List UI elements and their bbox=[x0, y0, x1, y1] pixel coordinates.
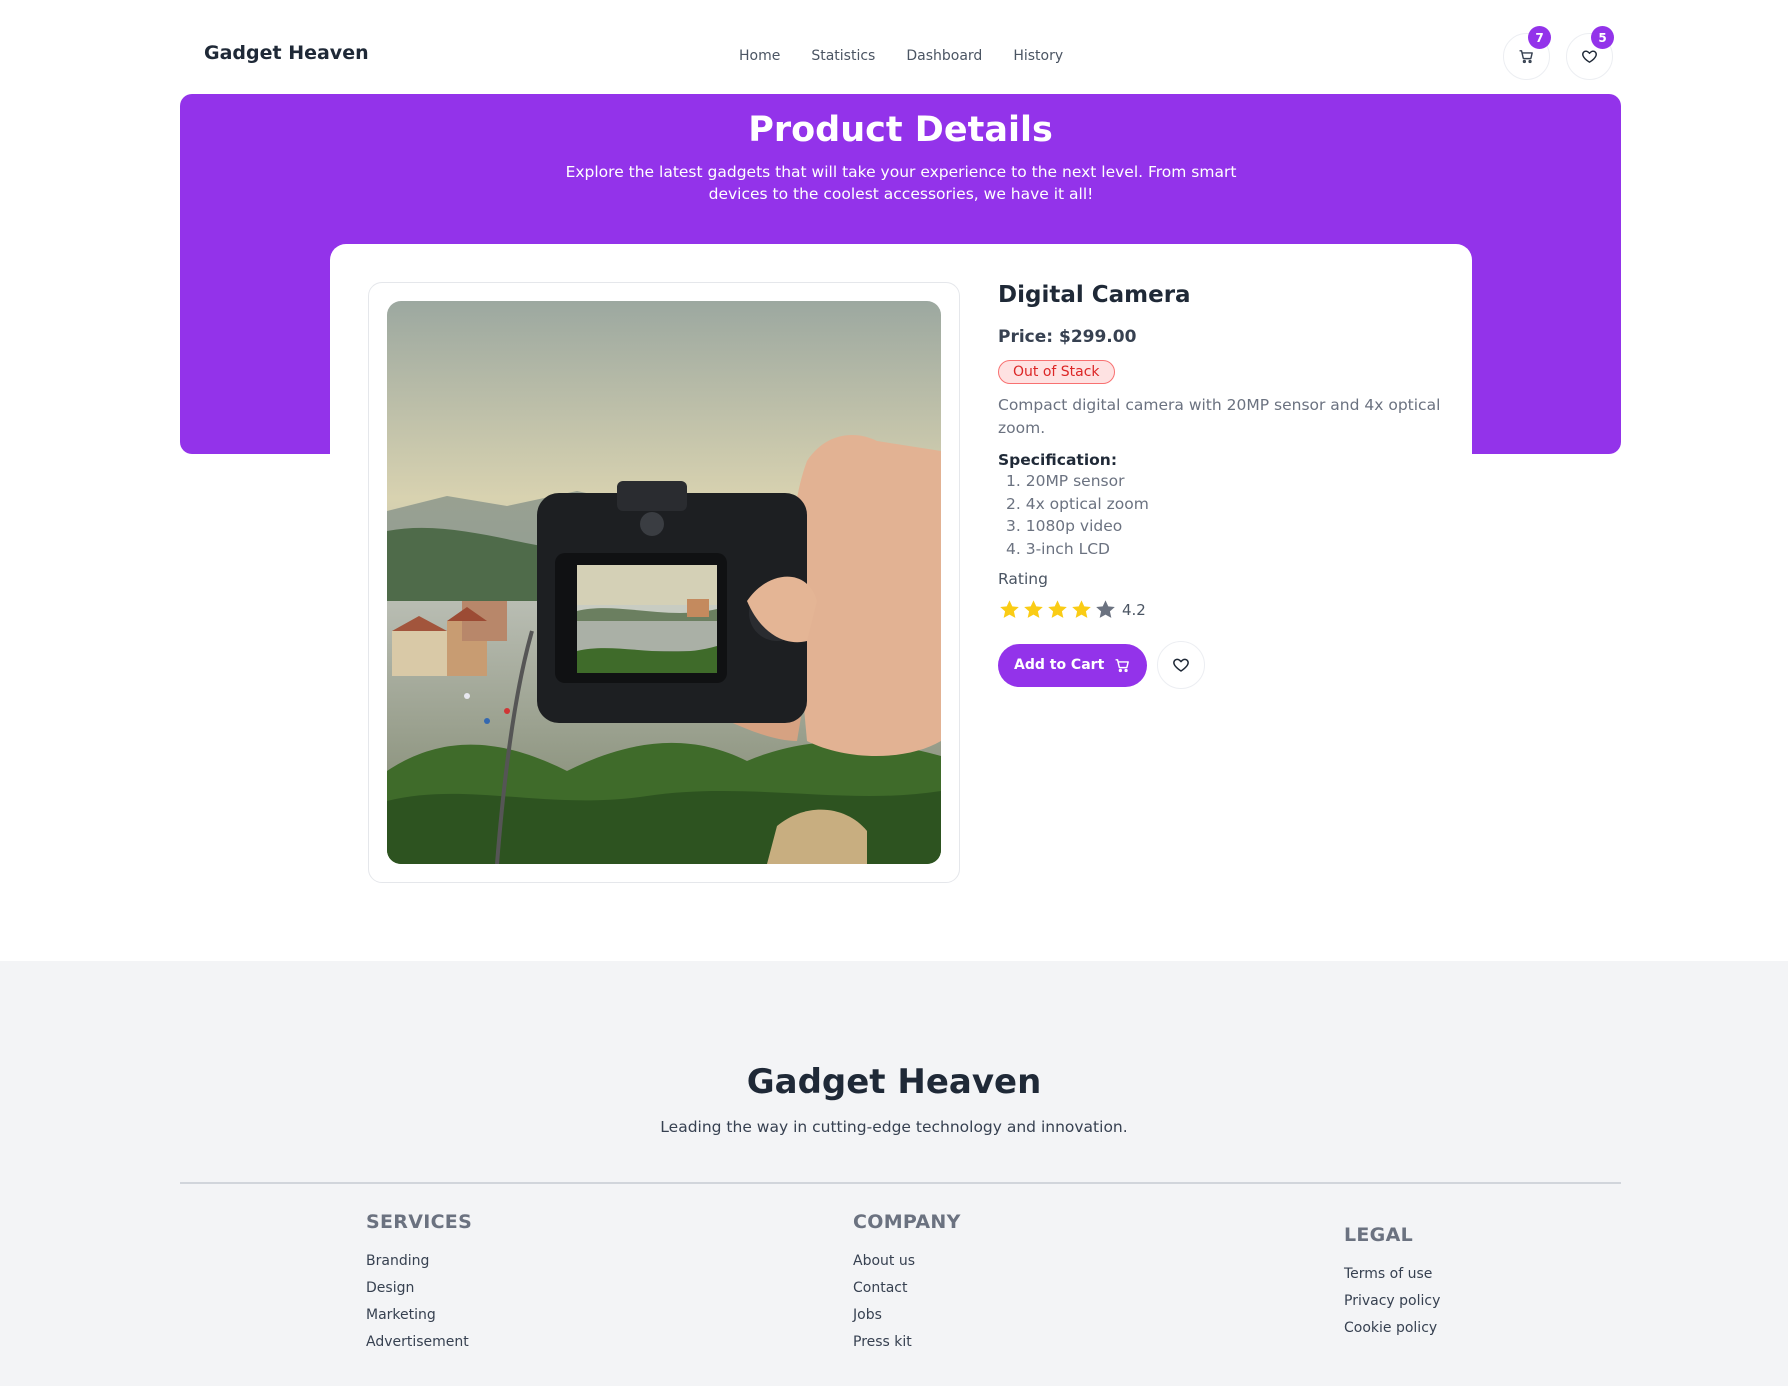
spec-item: 2. 4x optical zoom bbox=[1006, 494, 1149, 513]
footer-column-services: SERVICES Branding Design Marketing Adver… bbox=[366, 1211, 472, 1361]
cart-icon bbox=[1115, 658, 1130, 672]
product-image-frame bbox=[368, 282, 960, 883]
footer-link-design[interactable]: Design bbox=[366, 1280, 472, 1296]
footer-divider bbox=[180, 1182, 1621, 1184]
footer-link-contact[interactable]: Contact bbox=[853, 1280, 961, 1296]
product-info: Digital Camera Price: $299.00 Out of Sta… bbox=[998, 282, 1448, 689]
rating-label: Rating bbox=[998, 570, 1048, 588]
footer-link-privacy[interactable]: Privacy policy bbox=[1344, 1293, 1440, 1309]
spec-item: 1. 20MP sensor bbox=[1006, 472, 1125, 490]
product-price: Price: $299.00 bbox=[998, 327, 1137, 347]
footer-link-marketing[interactable]: Marketing bbox=[366, 1307, 472, 1323]
specification-list: 1. 20MP sensor 2. 4x optical zoom 3. 108… bbox=[998, 470, 1448, 560]
nav-link-history[interactable]: History bbox=[1013, 48, 1063, 64]
product-actions: Add to Cart bbox=[998, 641, 1448, 689]
footer-link-terms[interactable]: Terms of use bbox=[1344, 1266, 1440, 1282]
footer-tagline: Leading the way in cutting-edge technolo… bbox=[660, 1118, 1128, 1136]
footer: Gadget Heaven Leading the way in cutting… bbox=[0, 961, 1788, 1386]
page-title: Product Details bbox=[748, 110, 1053, 150]
footer-column-legal: LEGAL Terms of use Privacy policy Cookie… bbox=[1344, 1224, 1440, 1347]
star-rating: 4.2 bbox=[998, 598, 1448, 621]
nav-links: Home Statistics Dashboard History bbox=[739, 48, 1063, 64]
star-filled-icon bbox=[1024, 600, 1043, 618]
nav-link-dashboard[interactable]: Dashboard bbox=[906, 48, 982, 64]
footer-link-branding[interactable]: Branding bbox=[366, 1253, 472, 1269]
nav-link-statistics[interactable]: Statistics bbox=[811, 48, 875, 64]
product-image bbox=[387, 301, 941, 864]
spec-item: 4. 3-inch LCD bbox=[1006, 539, 1110, 558]
cart-count-badge: 7 bbox=[1528, 26, 1551, 49]
hero-subtitle: Explore the latest gadgets that will tak… bbox=[565, 163, 1237, 203]
footer-link-cookie[interactable]: Cookie policy bbox=[1344, 1320, 1440, 1336]
heart-icon bbox=[1582, 50, 1597, 63]
star-filled-icon bbox=[1048, 600, 1067, 618]
heart-icon bbox=[1173, 658, 1190, 672]
add-to-cart-button[interactable]: Add to Cart bbox=[998, 643, 1148, 687]
cart-button[interactable]: 7 bbox=[1503, 26, 1551, 80]
footer-link-about[interactable]: About us bbox=[853, 1253, 961, 1269]
footer-link-jobs[interactable]: Jobs bbox=[853, 1307, 961, 1323]
star-filled-icon bbox=[1072, 600, 1091, 618]
footer-title: Gadget Heaven bbox=[746, 1062, 1042, 1102]
footer-link-advertisement[interactable]: Advertisement bbox=[366, 1334, 472, 1350]
site-logo[interactable]: Gadget Heaven bbox=[204, 42, 369, 64]
cart-icon bbox=[1519, 50, 1533, 64]
footer-heading: SERVICES bbox=[366, 1211, 473, 1233]
footer-column-company: COMPANY About us Contact Jobs Press kit bbox=[853, 1211, 961, 1361]
footer-heading: COMPANY bbox=[853, 1211, 961, 1233]
add-to-cart-label: Add to Cart bbox=[1014, 657, 1105, 673]
wishlist-count-badge: 5 bbox=[1591, 26, 1614, 49]
footer-heading: LEGAL bbox=[1344, 1224, 1413, 1246]
star-empty-icon bbox=[1096, 600, 1115, 618]
stock-status-badge: Out of Stack bbox=[998, 360, 1115, 384]
spec-item: 3. 1080p video bbox=[1006, 517, 1123, 535]
product-name: Digital Camera bbox=[998, 282, 1191, 308]
navbar: Gadget Heaven Home Statistics Dashboard … bbox=[180, 0, 1621, 94]
product-description: Compact digital camera with 20MP sensor … bbox=[998, 396, 1441, 437]
star-filled-icon bbox=[1000, 600, 1019, 618]
nav-link-home[interactable]: Home bbox=[739, 48, 780, 64]
rating-value: 4.2 bbox=[1122, 600, 1146, 619]
product-card: Digital Camera Price: $299.00 Out of Sta… bbox=[330, 244, 1472, 904]
wishlist-button[interactable]: 5 bbox=[1566, 26, 1614, 80]
add-to-wishlist-button[interactable] bbox=[1157, 641, 1206, 689]
specification-heading: Specification: bbox=[998, 451, 1118, 469]
footer-link-press-kit[interactable]: Press kit bbox=[853, 1334, 961, 1350]
